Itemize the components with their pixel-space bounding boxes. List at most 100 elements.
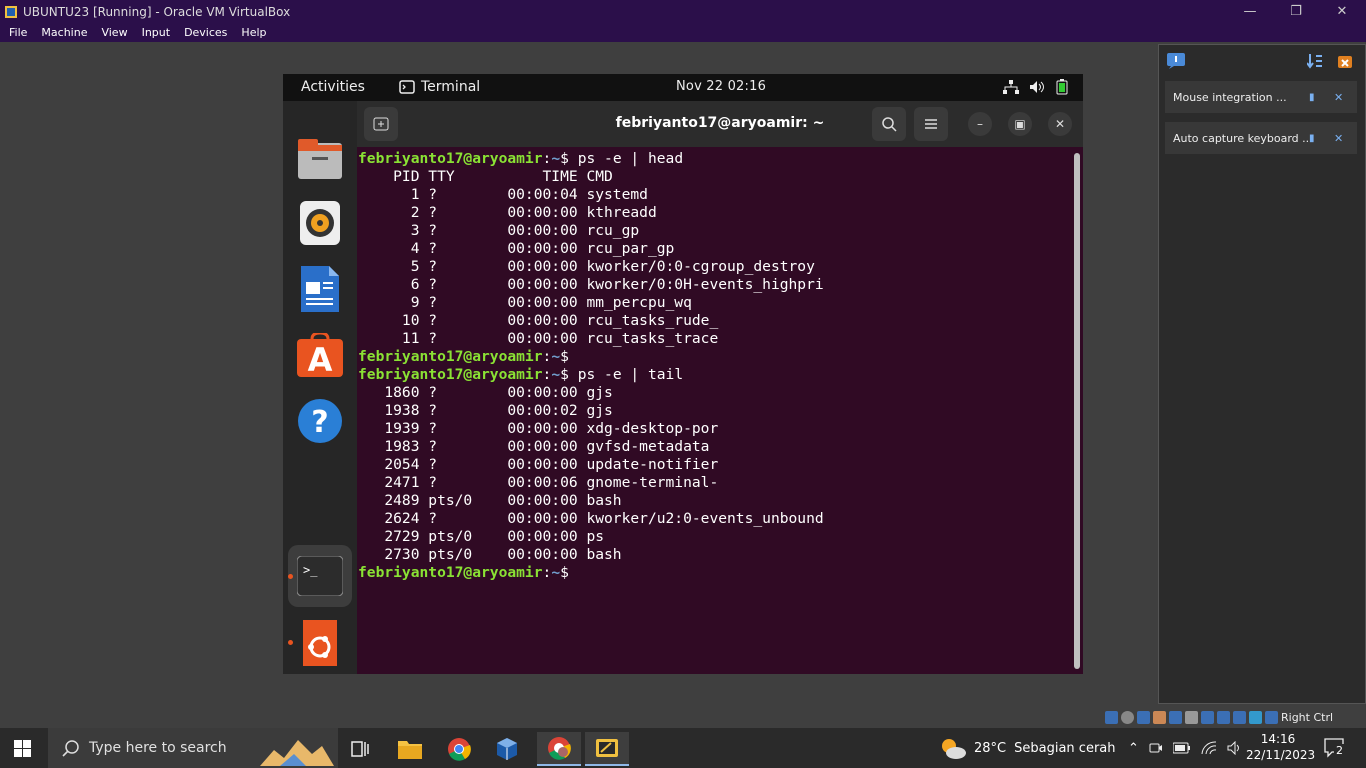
weather-widget[interactable]: 28°C Sebagian cerah <box>940 728 1116 768</box>
search-placeholder: Type here to search <box>89 740 227 756</box>
menu-machine[interactable]: Machine <box>34 26 94 39</box>
notification-center-icon[interactable] <box>1167 53 1185 69</box>
terminal-prompt-line: febriyanto17@aryoamir:~$ <box>358 348 1068 366</box>
sort-icon[interactable] <box>1307 53 1323 69</box>
host-key-label: Right Ctrl <box>1281 710 1334 724</box>
guest-screen[interactable]: Activities Terminal Nov 22 02:16 A ? >_ … <box>283 74 1083 674</box>
network-status-icon[interactable] <box>1153 710 1166 724</box>
chrome-profile-taskbar-icon[interactable] <box>537 732 581 766</box>
terminal-line: PID TTY TIME CMD <box>358 168 613 185</box>
svg-text:A: A <box>308 341 333 377</box>
search-button[interactable] <box>872 107 906 141</box>
weather-desc: Sebagian cerah <box>1014 740 1116 756</box>
virtualbox-vm-taskbar-icon[interactable] <box>585 732 629 766</box>
terminal-maximize-button[interactable]: ▣ <box>1008 112 1032 136</box>
chrome-taskbar-icon[interactable] <box>437 732 481 766</box>
clock[interactable]: Nov 22 02:16 <box>676 79 766 94</box>
window-titlebar: UBUNTU23 [Running] - Oracle VM VirtualBo… <box>0 0 1366 23</box>
notification-toggle-icon[interactable]: ▮ <box>1309 133 1315 144</box>
terminal-dock-icon[interactable]: >_ <box>296 552 344 600</box>
taskbar-clock[interactable]: 14:16 22/11/2023 <box>1246 731 1315 763</box>
terminal-line: 1983 ? 00:00:00 gvfsd-metadata <box>358 438 710 455</box>
taskbar-time: 14:16 <box>1260 732 1296 746</box>
prompt-user: febriyanto17@aryoamir <box>358 348 543 365</box>
virtualbox-cube-icon <box>497 738 517 760</box>
notification-item[interactable]: Auto capture keyboard ... ▮ ✕ <box>1165 122 1357 154</box>
menu-input[interactable]: Input <box>135 26 177 39</box>
optical-status-icon[interactable] <box>1121 710 1134 724</box>
clear-all-icon[interactable] <box>1336 53 1354 69</box>
battery-icon <box>1056 79 1068 95</box>
prompt-path: ~ <box>551 366 561 383</box>
recording-status-icon[interactable] <box>1217 710 1230 724</box>
menu-file[interactable]: File <box>2 26 34 39</box>
prompt-separator: : <box>542 348 552 365</box>
display-status-icon[interactable] <box>1201 710 1214 724</box>
meet-now-icon[interactable] <box>1149 741 1163 755</box>
terminal-line: 2054 ? 00:00:00 update-notifier <box>358 456 719 473</box>
search-icon <box>882 117 897 132</box>
help-dock-icon[interactable]: ? <box>296 397 344 445</box>
terminal-line: 3 ? 00:00:00 rcu_gp <box>358 222 640 239</box>
cpu-status-icon[interactable] <box>1233 710 1246 724</box>
restore-button[interactable]: ❐ <box>1273 0 1319 23</box>
minimize-button[interactable]: — <box>1227 0 1273 23</box>
terminal-line: 1860 ? 00:00:00 gjs <box>358 384 613 401</box>
dismiss-icon[interactable]: ✕ <box>1334 132 1343 145</box>
ubuntu-dock-icon[interactable] <box>296 619 344 667</box>
hamburger-menu-button[interactable] <box>914 107 948 141</box>
command-text: ps -e | head <box>568 150 684 167</box>
show-hidden-icons-chevron-icon[interactable]: ⌃ <box>1128 741 1139 756</box>
terminal-line: 2489 pts/0 00:00:00 bash <box>358 492 622 509</box>
terminal-line: 6 ? 00:00:00 kworker/0:0H-events_highpri <box>358 276 824 293</box>
terminal-close-button[interactable]: ✕ <box>1048 112 1072 136</box>
system-tray[interactable] <box>1003 79 1069 95</box>
wifi-tray-icon[interactable] <box>1201 741 1217 755</box>
task-view-button[interactable] <box>338 732 382 766</box>
virtualbox-taskbar-icon[interactable] <box>485 732 529 766</box>
terminal-window[interactable]: febriyanto17@aryoamir: ~ – ▣ ✕ febriyant… <box>357 101 1083 674</box>
keyboard-capture-icon[interactable] <box>1265 710 1278 724</box>
battery-tray-icon[interactable] <box>1172 742 1191 754</box>
running-indicator <box>288 640 293 645</box>
weather-temp: 28°C <box>974 740 1007 756</box>
mouse-integration-icon[interactable] <box>1249 710 1262 724</box>
notification-toggle-icon[interactable]: ▮ <box>1309 92 1315 103</box>
prompt-symbol: $ <box>560 564 569 581</box>
virtualbox-vm-icon <box>596 739 618 757</box>
prompt-symbol: $ <box>560 366 569 383</box>
app-menu-label: Terminal <box>421 79 481 95</box>
ubuntu-software-dock-icon[interactable]: A <box>296 331 344 379</box>
menu-view[interactable]: View <box>94 26 134 39</box>
app-menu[interactable]: Terminal <box>399 79 480 95</box>
activities-button[interactable]: Activities <box>301 79 365 95</box>
notification-item[interactable]: Mouse integration ... ▮ ✕ <box>1165 81 1357 113</box>
prompt-path: ~ <box>551 348 561 365</box>
taskbar-search-box[interactable]: Type here to search <box>48 728 338 768</box>
shared-folders-icon[interactable] <box>1185 710 1198 724</box>
close-button[interactable]: ✕ <box>1319 0 1365 23</box>
terminal-line: 10 ? 00:00:00 rcu_tasks_rude_ <box>358 312 719 329</box>
libreoffice-writer-dock-icon[interactable] <box>296 265 344 313</box>
prompt-separator: : <box>542 564 552 581</box>
terminal-prompt-line: febriyanto17@aryoamir:~$ ps -e | head <box>358 150 1068 168</box>
speaker-tray-icon[interactable] <box>1227 741 1243 755</box>
notification-center-button[interactable]: 2 <box>1324 738 1346 762</box>
files-dock-icon[interactable] <box>296 135 344 183</box>
menu-devices[interactable]: Devices <box>177 26 234 39</box>
file-explorer-taskbar-icon[interactable] <box>388 732 432 766</box>
menu-help[interactable]: Help <box>234 26 273 39</box>
running-indicator <box>288 574 293 579</box>
terminal-line: 2624 ? 00:00:00 kworker/u2:0-events_unbo… <box>358 510 824 527</box>
storage-status-icon[interactable] <box>1105 710 1118 724</box>
terminal-line: 2471 ? 00:00:06 gnome-terminal- <box>358 474 719 491</box>
dismiss-icon[interactable]: ✕ <box>1334 91 1343 104</box>
terminal-scrollbar[interactable] <box>1074 153 1080 669</box>
terminal-output[interactable]: febriyanto17@aryoamir:~$ ps -e | head PI… <box>358 150 1068 670</box>
rhythmbox-dock-icon[interactable] <box>296 199 344 247</box>
start-button[interactable] <box>14 740 31 761</box>
audio-status-icon[interactable] <box>1137 710 1150 724</box>
usb-status-icon[interactable] <box>1169 710 1182 724</box>
terminal-minimize-button[interactable]: – <box>968 112 992 136</box>
ubuntu-dock: A ? >_ <box>283 101 357 674</box>
